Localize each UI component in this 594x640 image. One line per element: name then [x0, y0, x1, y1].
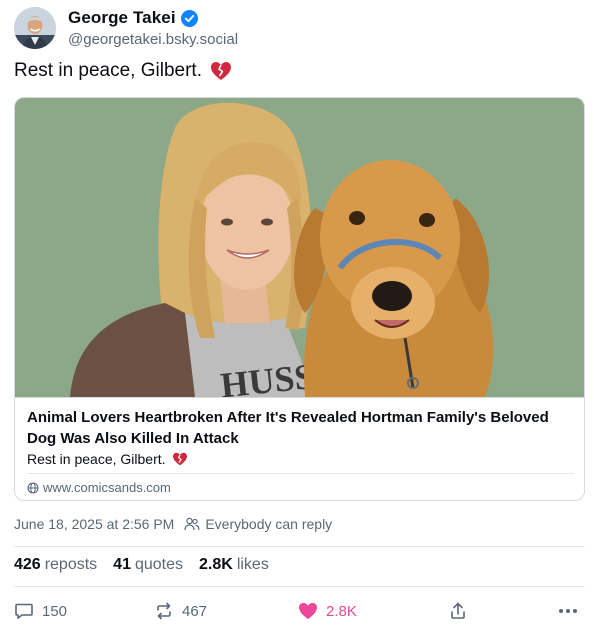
people-icon — [184, 517, 200, 531]
card-title[interactable]: Animal Lovers Heartbroken After It's Rev… — [27, 407, 574, 449]
card-body[interactable]: Animal Lovers Heartbroken After It's Rev… — [15, 397, 584, 500]
share-icon — [448, 601, 468, 621]
post-header: George Takei @georgetakei.bsky.social — [14, 6, 580, 50]
card-domain-text: www.comicsands.com — [43, 480, 171, 495]
likes-stat[interactable]: 2.8K likes — [199, 556, 269, 574]
share-button[interactable] — [448, 596, 468, 626]
reply-icon — [14, 601, 34, 621]
card-description: Rest in peace, Gilbert. — [27, 451, 574, 467]
reposts-stat[interactable]: 426 reposts — [14, 556, 97, 574]
author-handle[interactable]: @georgetakei.bsky.social — [68, 31, 238, 48]
display-name[interactable]: George Takei — [68, 8, 176, 28]
more-icon — [557, 601, 579, 621]
repost-icon — [154, 601, 174, 621]
reply-button[interactable]: 150 — [14, 596, 67, 626]
card-description-text: Rest in peace, Gilbert. — [27, 451, 166, 467]
repost-button[interactable]: 467 — [154, 596, 207, 626]
author-names: George Takei @georgetakei.bsky.social — [68, 8, 238, 48]
link-card[interactable]: HUSS Animal Lovers Heartbroken After It'… — [14, 97, 585, 501]
reply-setting: Everybody can reply — [205, 516, 333, 532]
verified-badge-icon — [180, 9, 198, 27]
post-text: Rest in peace, Gilbert. — [14, 60, 232, 82]
post-timestamp: June 18, 2025 at 2:56 PM — [14, 516, 175, 532]
post-text-content: Rest in peace, Gilbert. — [14, 60, 202, 81]
divider — [14, 586, 585, 587]
broken-heart-icon — [172, 452, 188, 466]
engagement-stats: 426 reposts 41 quotes 2.8K likes — [14, 556, 285, 574]
divider — [14, 546, 585, 547]
reply-count: 150 — [42, 602, 68, 620]
broken-heart-icon — [210, 61, 232, 81]
more-options-button[interactable] — [557, 596, 579, 626]
like-button[interactable]: 2.8K — [298, 596, 357, 626]
like-count: 2.8K — [326, 602, 357, 620]
card-divider — [27, 473, 574, 474]
repost-count: 467 — [182, 602, 208, 620]
globe-icon — [27, 481, 39, 494]
quotes-stat[interactable]: 41 quotes — [113, 556, 183, 574]
post-meta: June 18, 2025 at 2:56 PM Everybody can r… — [14, 516, 332, 532]
avatar[interactable] — [14, 7, 56, 49]
card-image[interactable]: HUSS — [15, 98, 584, 397]
action-bar: 150 467 2.8K — [14, 596, 585, 626]
heart-icon — [298, 602, 318, 620]
card-domain: www.comicsands.com — [27, 480, 574, 495]
